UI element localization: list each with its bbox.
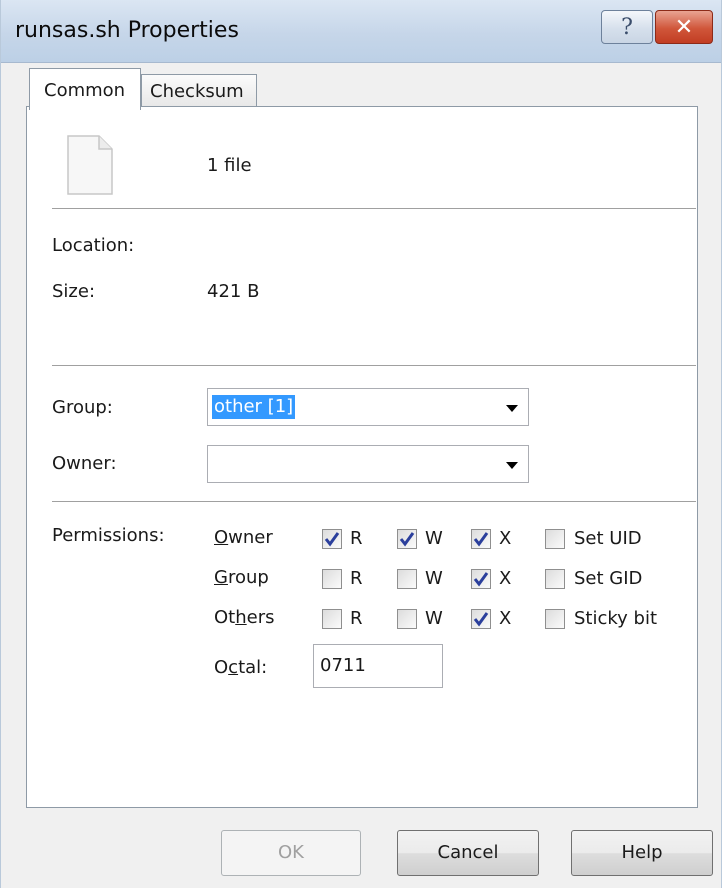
- tab-common-label: Common: [44, 80, 126, 101]
- tab-checksum[interactable]: Checksum: [141, 74, 257, 106]
- set-gid-checkbox[interactable]: [545, 569, 565, 589]
- tab-common[interactable]: Common: [29, 68, 141, 110]
- group-value: other [1]: [212, 395, 296, 419]
- title-bar: runsas.sh Properties ? ✕: [1, 0, 721, 63]
- owner-read-checkbox[interactable]: [322, 529, 342, 549]
- help-title-button[interactable]: ?: [601, 10, 653, 44]
- owner-execute-checkbox[interactable]: [471, 529, 491, 549]
- octal-label: Octal:: [214, 657, 268, 678]
- checkmark-icon: [473, 612, 489, 627]
- properties-dialog: runsas.sh Properties ? ✕ Common Checksum…: [0, 0, 722, 888]
- checkmark-icon: [324, 532, 340, 547]
- separator: [52, 501, 696, 502]
- perm-row-owner-label: Owner: [214, 527, 273, 548]
- owner-label: Owner:: [52, 453, 117, 474]
- checkmark-icon: [473, 532, 489, 547]
- close-icon: ✕: [674, 14, 694, 40]
- common-tab-panel: 1 file Location: Size: 421 B Group: othe…: [26, 106, 698, 808]
- group-execute-checkbox[interactable]: [471, 569, 491, 589]
- window-title: runsas.sh Properties: [15, 18, 239, 43]
- others-read-label: R: [350, 608, 363, 629]
- help-button[interactable]: Help: [571, 830, 713, 876]
- tab-checksum-label: Checksum: [150, 81, 244, 102]
- file-count: 1 file: [207, 155, 252, 176]
- set-uid-label: Set UID: [574, 528, 642, 549]
- set-uid-checkbox[interactable]: [545, 529, 565, 549]
- owner-dropdown[interactable]: [207, 445, 529, 483]
- group-dropdown[interactable]: other [1]: [207, 388, 529, 426]
- sticky-bit-checkbox[interactable]: [545, 609, 565, 629]
- file-icon: [67, 135, 113, 195]
- owner-execute-label: X: [499, 528, 512, 549]
- chevron-down-icon: [506, 462, 518, 469]
- chevron-down-icon: [506, 405, 518, 412]
- size-label: Size:: [52, 281, 96, 302]
- others-write-checkbox[interactable]: [397, 609, 417, 629]
- others-write-label: W: [425, 608, 443, 629]
- octal-input[interactable]: 0711: [313, 644, 443, 688]
- octal-value: 0711: [320, 655, 366, 676]
- perm-row-group-label: Group: [214, 567, 269, 588]
- group-write-label: W: [425, 568, 443, 589]
- help-icon: ?: [621, 14, 633, 40]
- perm-row-others-label: Others: [214, 607, 275, 628]
- checkmark-icon: [399, 532, 415, 547]
- sticky-bit-label: Sticky bit: [574, 608, 658, 629]
- others-read-checkbox[interactable]: [322, 609, 342, 629]
- group-read-checkbox[interactable]: [322, 569, 342, 589]
- set-gid-label: Set GID: [574, 568, 643, 589]
- location-label: Location:: [52, 235, 135, 256]
- size-value: 421 B: [207, 281, 260, 302]
- group-read-label: R: [350, 568, 363, 589]
- separator: [52, 208, 696, 209]
- cancel-button[interactable]: Cancel: [397, 830, 539, 876]
- owner-write-checkbox[interactable]: [397, 529, 417, 549]
- owner-write-label: W: [425, 528, 443, 549]
- permissions-label: Permissions:: [52, 525, 165, 546]
- separator: [52, 365, 696, 366]
- checkmark-icon: [473, 572, 489, 587]
- group-write-checkbox[interactable]: [397, 569, 417, 589]
- group-execute-label: X: [499, 568, 512, 589]
- ok-button[interactable]: OK: [221, 830, 361, 876]
- close-button[interactable]: ✕: [655, 10, 713, 44]
- group-label: Group:: [52, 397, 113, 418]
- owner-read-label: R: [350, 528, 363, 549]
- others-execute-label: X: [499, 608, 512, 629]
- others-execute-checkbox[interactable]: [471, 609, 491, 629]
